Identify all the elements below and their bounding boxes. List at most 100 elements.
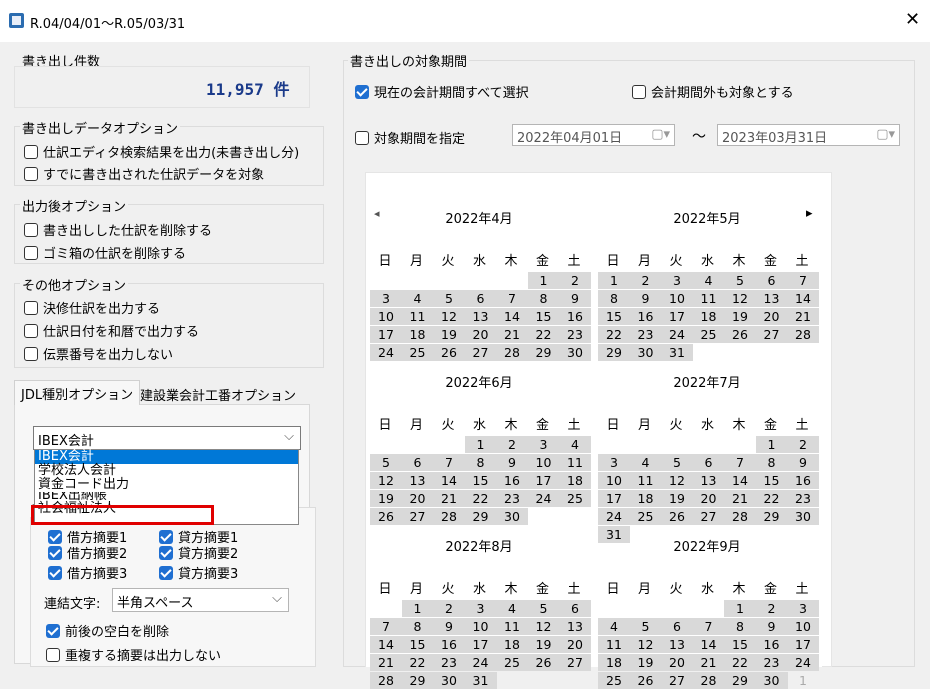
credit-summary-2[interactable]: 貸方摘要2 — [159, 543, 238, 562]
calendar-day[interactable]: 17 — [370, 326, 402, 343]
calendar-day[interactable]: 1 — [755, 436, 788, 453]
calendar-day[interactable]: 31 — [464, 672, 497, 689]
calendar-day[interactable]: 28 — [496, 344, 528, 361]
calendar-day[interactable]: 14 — [724, 472, 756, 489]
calendar-day[interactable]: 1 — [464, 436, 497, 453]
calendar-day[interactable]: 2 — [559, 272, 591, 289]
calendar-day[interactable]: 14 — [433, 472, 465, 489]
calendar-day[interactable]: 10 — [370, 308, 402, 325]
calendar-day[interactable]: 12 — [661, 472, 693, 489]
calendar-day[interactable]: 27 — [464, 344, 497, 361]
calendar-day[interactable]: 15 — [724, 636, 756, 653]
calendar-day[interactable]: 10 — [787, 618, 819, 635]
calendar-day[interactable]: 19 — [527, 636, 560, 653]
checkbox-checked[interactable] — [46, 624, 60, 638]
checkbox[interactable] — [632, 85, 646, 99]
calendar-day[interactable]: 5 — [433, 290, 465, 307]
calendar-day[interactable]: 23 — [496, 490, 528, 507]
calendar-day[interactable]: 8 — [755, 454, 788, 471]
calendar-day[interactable]: 4 — [401, 290, 434, 307]
calendar-day[interactable]: 16 — [787, 472, 819, 489]
calendar-day[interactable]: 9 — [755, 618, 788, 635]
calendar-day[interactable]: 25 — [496, 654, 528, 671]
calendar-day[interactable]: 11 — [629, 472, 662, 489]
calendar-day[interactable]: 10 — [527, 454, 560, 471]
dropdown-option[interactable]: 学校法人会計 — [35, 464, 298, 478]
calendar-day[interactable]: 4 — [496, 600, 528, 617]
calendar-day[interactable]: 24 — [787, 654, 819, 671]
calendar-day[interactable]: 17 — [661, 308, 693, 325]
calendar-day[interactable]: 12 — [629, 636, 662, 653]
calendar-day[interactable]: 30 — [433, 672, 465, 689]
calendar-day[interactable]: 26 — [724, 326, 756, 343]
calendar-day[interactable]: 19 — [433, 326, 465, 343]
calendar-day[interactable]: 2 — [755, 600, 788, 617]
calendar-day[interactable]: 30 — [787, 508, 819, 525]
calendar-day[interactable]: 7 — [724, 454, 756, 471]
calendar-day[interactable]: 14 — [692, 636, 725, 653]
calendar-day[interactable]: 18 — [692, 308, 725, 325]
calendar-day[interactable]: 13 — [661, 636, 693, 653]
checkbox-checked[interactable] — [159, 546, 173, 560]
calendar-day[interactable]: 25 — [401, 344, 434, 361]
checkbox[interactable] — [24, 223, 38, 237]
calendar-day[interactable]: 16 — [629, 308, 662, 325]
calendar-day[interactable]: 17 — [464, 636, 497, 653]
calendar-day[interactable]: 31 — [661, 344, 693, 361]
calendar-day[interactable]: 3 — [598, 454, 630, 471]
calendar-day[interactable]: 4 — [559, 436, 591, 453]
calendar-day[interactable]: 19 — [661, 490, 693, 507]
calendar-day[interactable]: 5 — [370, 454, 402, 471]
calendar-day[interactable]: 7 — [692, 618, 725, 635]
calendar-day[interactable]: 7 — [433, 454, 465, 471]
calendar-day[interactable]: 21 — [692, 654, 725, 671]
calendar-day[interactable]: 6 — [401, 454, 434, 471]
calendar-day[interactable]: 18 — [559, 472, 591, 489]
calendar-day[interactable]: 13 — [401, 472, 434, 489]
credit-summary-3[interactable]: 貸方摘要3 — [159, 563, 238, 582]
calendar-day[interactable]: 2 — [629, 272, 662, 289]
calendar-day[interactable]: 29 — [464, 508, 497, 525]
calendar-day[interactable]: 7 — [370, 618, 402, 635]
calendar-day[interactable]: 24 — [370, 344, 402, 361]
calendar-day[interactable]: 30 — [755, 672, 788, 689]
type-select[interactable]: IBEX会計 ⌵ — [33, 426, 301, 450]
calendar-day[interactable]: 15 — [755, 472, 788, 489]
calendar-day[interactable]: 23 — [629, 326, 662, 343]
calendar-day[interactable]: 28 — [433, 508, 465, 525]
calendar-day[interactable]: 11 — [401, 308, 434, 325]
calendar-day[interactable]: 9 — [433, 618, 465, 635]
option-japanese-era[interactable]: 仕訳日付を和暦で出力する — [24, 321, 199, 340]
trim-whitespace-option[interactable]: 前後の空白を削除 — [46, 621, 169, 640]
calendar-day[interactable]: 10 — [598, 472, 630, 489]
calendar-day[interactable]: 21 — [370, 654, 402, 671]
calendar-day[interactable]: 13 — [464, 308, 497, 325]
calendar-day[interactable]: 23 — [755, 654, 788, 671]
calendar-day[interactable]: 22 — [401, 654, 434, 671]
calendar-day[interactable]: 7 — [787, 272, 819, 289]
calendar-day[interactable]: 24 — [661, 326, 693, 343]
calendar-day[interactable]: 27 — [755, 326, 788, 343]
calendar-day[interactable]: 14 — [370, 636, 402, 653]
calendar-day[interactable]: 5 — [661, 454, 693, 471]
prev-month-icon[interactable]: ◂ — [374, 207, 380, 220]
calendar-day[interactable]: 22 — [724, 654, 756, 671]
calendar-day[interactable]: 8 — [598, 290, 630, 307]
calendar-day[interactable]: 16 — [496, 472, 528, 489]
calendar-day[interactable]: 11 — [559, 454, 591, 471]
calendar-day[interactable]: 3 — [370, 290, 402, 307]
calendar-day[interactable]: 28 — [787, 326, 819, 343]
checkbox-checked[interactable] — [48, 546, 62, 560]
calendar-day[interactable]: 30 — [629, 344, 662, 361]
calendar-day[interactable]: 1 — [787, 672, 819, 689]
calendar-day[interactable]: 13 — [692, 472, 725, 489]
checkbox[interactable] — [46, 648, 60, 662]
calendar-day[interactable]: 9 — [629, 290, 662, 307]
option-delete-exported[interactable]: 書き出しした仕訳を削除する — [24, 220, 212, 239]
calendar-day[interactable]: 29 — [527, 344, 560, 361]
calendar-day[interactable]: 20 — [755, 308, 788, 325]
calendar-day[interactable]: 16 — [755, 636, 788, 653]
calendar-day[interactable]: 11 — [598, 636, 630, 653]
calendar-day[interactable]: 30 — [559, 344, 591, 361]
calendar-day[interactable]: 24 — [527, 490, 560, 507]
